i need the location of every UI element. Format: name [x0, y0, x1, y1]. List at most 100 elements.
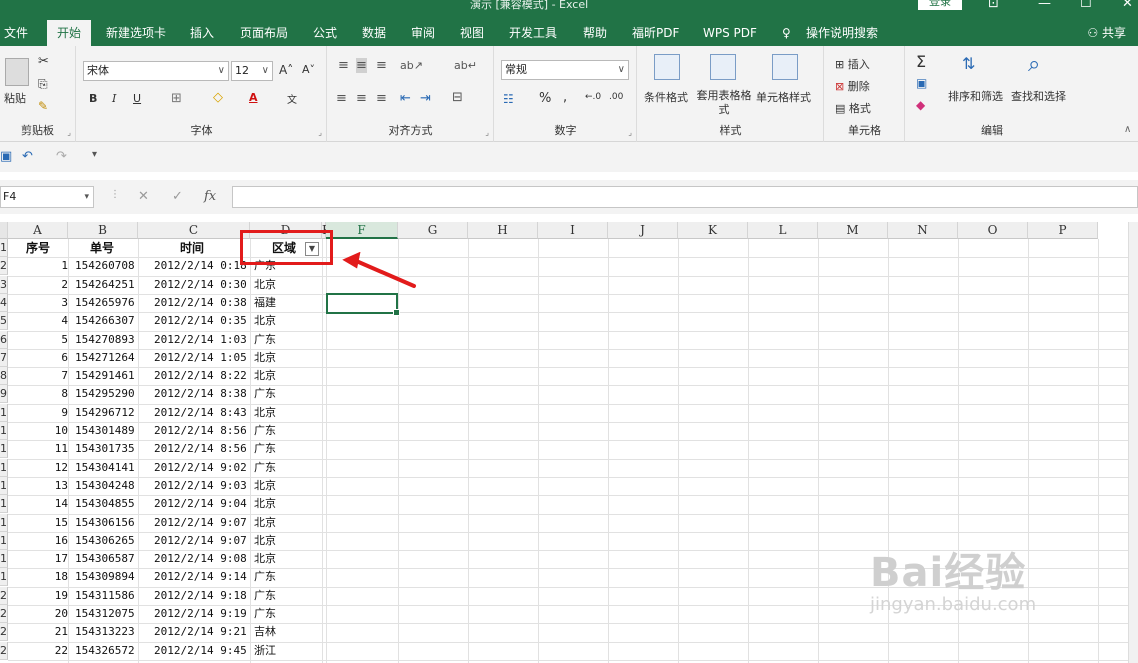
cell-order-no[interactable]: 154291461 — [75, 367, 141, 385]
active-cell-f4[interactable] — [326, 293, 400, 316]
fill-icon[interactable]: ▣ — [916, 76, 927, 90]
column-header-l[interactable]: L — [748, 222, 818, 239]
cell-seq[interactable]: 10 — [22, 422, 68, 440]
maximize-icon[interactable]: ☐ — [1080, 0, 1092, 11]
row-header[interactable]: 21 — [0, 605, 8, 623]
minimize-icon[interactable]: — — [1038, 0, 1051, 11]
font-color-icon[interactable]: A — [249, 91, 258, 104]
copy-icon[interactable]: ⎘ — [38, 77, 48, 92]
orientation-icon[interactable]: ab↗ — [400, 59, 423, 72]
column-header-f[interactable]: F — [326, 222, 398, 239]
insert-function-icon[interactable]: fx — [204, 189, 216, 204]
restore-ribbon-icon[interactable]: ⊡ — [988, 0, 999, 11]
formula-input[interactable] — [232, 186, 1138, 208]
tab-formulas[interactable]: 公式 — [313, 20, 337, 46]
cell-seq[interactable]: 2 — [22, 276, 68, 294]
border-icon[interactable]: ⊞ — [171, 91, 182, 106]
currency-icon[interactable]: ☷ — [503, 92, 514, 106]
cell-region[interactable]: 北京 — [254, 367, 284, 385]
login-button[interactable]: 登录 — [918, 0, 962, 10]
cell-order-no[interactable]: 154306265 — [75, 532, 141, 550]
cell-seq[interactable]: 5 — [22, 331, 68, 349]
dialog-launcher-icon[interactable]: ⌟ — [67, 128, 71, 137]
cell-order-no[interactable]: 154301489 — [75, 422, 141, 440]
collapse-ribbon-icon[interactable]: ∧ — [1124, 124, 1131, 135]
cell-order-no[interactable]: 154296712 — [75, 404, 141, 422]
cell-order-no[interactable]: 154304855 — [75, 495, 141, 513]
tab-page-layout[interactable]: 页面布局 — [240, 20, 288, 46]
align-left-icon[interactable]: ≡ — [336, 91, 347, 106]
tab-view[interactable]: 视图 — [460, 20, 484, 46]
vertical-scrollbar[interactable] — [1128, 222, 1138, 663]
cell-time[interactable]: 2012/2/14 0:18 — [154, 257, 254, 275]
cell-order-no[interactable]: 154313223 — [75, 623, 141, 641]
tab-file[interactable]: 文件 — [4, 20, 28, 46]
conditional-format-button[interactable]: 条件格式 — [644, 89, 688, 105]
row-header[interactable]: 2 — [0, 257, 8, 276]
row-header[interactable]: 1 — [0, 239, 8, 257]
tab-new[interactable]: 新建选项卡 — [106, 20, 166, 46]
cell-region[interactable]: 吉林 — [254, 623, 284, 641]
cell-time[interactable]: 2012/2/14 0:38 — [154, 294, 254, 312]
save-icon[interactable]: ▣ — [0, 149, 12, 164]
grow-font-icon[interactable]: A˄ — [279, 63, 293, 77]
column-header-i[interactable]: I — [538, 222, 608, 239]
align-center-icon[interactable]: ≡ — [356, 91, 367, 106]
cell-order-no[interactable]: 154312075 — [75, 605, 141, 623]
row-header[interactable]: 16 — [0, 513, 8, 532]
cell-time[interactable]: 2012/2/14 9:04 — [154, 495, 254, 513]
column-header-b[interactable]: B — [68, 222, 138, 239]
cell-time[interactable]: 2012/2/14 9:45 — [154, 642, 254, 660]
cell-order-no[interactable]: 154326572 — [75, 642, 141, 660]
conditional-format-icon[interactable] — [654, 54, 680, 80]
cell-seq[interactable]: 18 — [22, 568, 68, 586]
dialog-launcher-icon[interactable]: ⌟ — [318, 128, 322, 137]
cell-region[interactable]: 北京 — [254, 276, 284, 294]
cell-time[interactable]: 2012/2/14 8:56 — [154, 440, 254, 458]
cell-seq[interactable]: 14 — [22, 495, 68, 513]
row-header[interactable]: 11 — [0, 422, 8, 440]
worksheet-grid[interactable]: ABCDEFGHIJKLMNOP 12345678910111213141516… — [0, 222, 1138, 663]
row-header[interactable]: 10 — [0, 403, 8, 422]
merge-center-icon[interactable]: ⊟ — [452, 90, 463, 105]
cell-seq[interactable]: 16 — [22, 532, 68, 550]
column-header-k[interactable]: K — [678, 222, 748, 239]
column-header-a[interactable]: A — [8, 222, 68, 239]
format-cells-button[interactable]: ▤ 格式 — [835, 100, 871, 116]
shrink-font-icon[interactable]: A˅ — [302, 63, 315, 76]
align-middle-icon[interactable]: ≡ — [356, 58, 367, 73]
cell-seq[interactable]: 7 — [22, 367, 68, 385]
format-table-button[interactable]: 套用表格格式 — [696, 89, 752, 117]
cell-seq[interactable]: 1 — [22, 257, 68, 275]
cell-order-no[interactable]: 154304141 — [75, 459, 141, 477]
cell-order-no[interactable]: 154301735 — [75, 440, 141, 458]
cell-order-no[interactable]: 154270893 — [75, 331, 141, 349]
cell-region[interactable]: 北京 — [254, 514, 284, 532]
cell-region[interactable]: 广东 — [254, 422, 284, 440]
cell-time[interactable]: 2012/2/14 9:19 — [154, 605, 254, 623]
cell-order-no[interactable]: 154295290 — [75, 385, 141, 403]
row-header[interactable]: 20 — [0, 586, 8, 605]
wrap-text-icon[interactable]: ab↵ — [454, 59, 477, 72]
sort-filter-button[interactable]: 排序和筛选 — [948, 88, 1003, 104]
cell-styles-icon[interactable] — [772, 54, 798, 80]
column-header-n[interactable]: N — [888, 222, 958, 239]
cell-seq[interactable]: 9 — [22, 404, 68, 422]
italic-button[interactable]: I — [112, 92, 116, 105]
percent-icon[interactable]: % — [539, 91, 551, 106]
row-header[interactable]: 12 — [0, 440, 8, 459]
underline-button[interactable]: U — [133, 92, 141, 105]
increase-decimal-icon[interactable]: ←.0 — [585, 92, 601, 102]
align-bottom-icon[interactable]: ≡ — [376, 58, 387, 73]
cell-region[interactable]: 广东 — [254, 385, 284, 403]
redo-icon[interactable]: ↷ — [56, 149, 67, 164]
share-button[interactable]: ⚇ 共享 — [1087, 20, 1126, 46]
align-right-icon[interactable]: ≡ — [376, 91, 387, 106]
row-header[interactable]: 9 — [0, 385, 8, 404]
row-header[interactable]: 6 — [0, 330, 8, 349]
cell-seq[interactable]: 21 — [22, 623, 68, 641]
cell-region[interactable]: 广东 — [254, 605, 284, 623]
cell-order-no[interactable]: 154271264 — [75, 349, 141, 367]
cell-time[interactable]: 2012/2/14 9:07 — [154, 532, 254, 550]
tab-wps-pdf[interactable]: WPS PDF — [703, 20, 757, 46]
